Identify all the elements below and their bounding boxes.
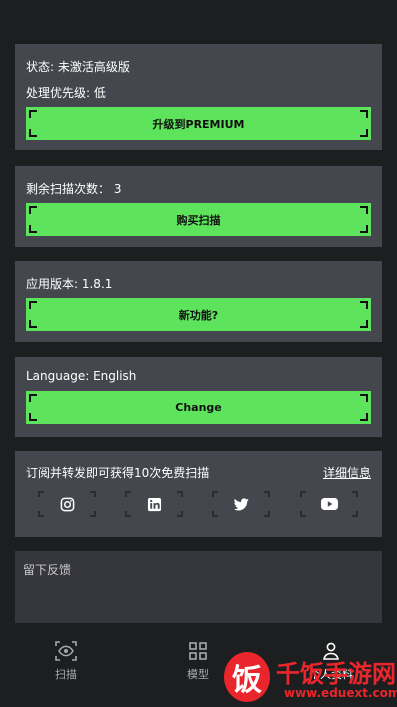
corner-bracket bbox=[90, 491, 96, 497]
corner-bracket bbox=[177, 511, 183, 517]
corner-bracket bbox=[352, 491, 358, 497]
grid-icon bbox=[189, 642, 207, 660]
corner-bracket bbox=[212, 511, 218, 517]
corner-bracket bbox=[90, 511, 96, 517]
version-card: 应用版本: 1.8.1 新功能? bbox=[15, 261, 382, 342]
eye-scan-icon bbox=[55, 641, 77, 661]
status-card: 状态: 未激活高级版 处理优先级: 低 升级到PREMIUM bbox=[15, 44, 382, 150]
corner-bracket bbox=[125, 511, 131, 517]
corner-bracket bbox=[38, 491, 44, 497]
feedback-input[interactable] bbox=[15, 551, 382, 623]
feedback-box bbox=[15, 551, 382, 623]
tab-models-label: 模型 bbox=[187, 668, 209, 681]
corner-bracket bbox=[300, 511, 306, 517]
tab-scan[interactable]: 扫描 bbox=[36, 641, 96, 682]
instagram-button[interactable] bbox=[38, 491, 96, 517]
instagram-icon bbox=[60, 497, 74, 511]
corner-bracket bbox=[38, 511, 44, 517]
buy-scans-button[interactable]: 购买扫描 bbox=[26, 203, 371, 236]
corner-bracket bbox=[300, 491, 306, 497]
corner-bracket bbox=[29, 301, 37, 309]
linkedin-icon bbox=[147, 497, 161, 511]
twitter-button[interactable] bbox=[212, 491, 270, 517]
corner-bracket bbox=[360, 110, 368, 118]
app-version-text: 应用版本: 1.8.1 bbox=[26, 277, 113, 291]
change-language-label: Change bbox=[175, 401, 222, 414]
corner-bracket bbox=[29, 394, 37, 402]
corner-bracket bbox=[352, 511, 358, 517]
corner-bracket bbox=[29, 206, 37, 214]
corner-bracket bbox=[29, 110, 37, 118]
watermark-logo: 饭 bbox=[224, 652, 270, 702]
corner-bracket bbox=[360, 320, 368, 328]
whats-new-button[interactable]: 新功能? bbox=[26, 298, 371, 331]
corner-bracket bbox=[29, 320, 37, 328]
activation-status-text: 状态: 未激活高级版 bbox=[26, 60, 130, 74]
corner-bracket bbox=[29, 129, 37, 137]
youtube-icon bbox=[320, 498, 338, 510]
corner-bracket bbox=[29, 225, 37, 233]
corner-bracket bbox=[360, 394, 368, 402]
corner-bracket bbox=[212, 491, 218, 497]
details-link[interactable]: 详细信息 bbox=[323, 464, 371, 481]
youtube-button[interactable] bbox=[300, 491, 358, 517]
twitter-icon bbox=[233, 497, 249, 510]
corner-bracket bbox=[360, 301, 368, 309]
remaining-scans-text: 剩余扫描次数： 3 bbox=[26, 182, 122, 196]
change-language-button[interactable]: Change bbox=[26, 391, 371, 424]
scans-card: 剩余扫描次数： 3 购买扫描 bbox=[15, 166, 382, 247]
corner-bracket bbox=[264, 511, 270, 517]
upgrade-premium-label: 升级到PREMIUM bbox=[152, 117, 245, 131]
watermark-logo-char: 饭 bbox=[232, 663, 262, 698]
subscribe-card: 订阅并转发即可获得10次免费扫描 详细信息 bbox=[15, 451, 382, 537]
watermark-url: www.eduext.com bbox=[284, 686, 397, 700]
tab-models[interactable]: 模型 bbox=[168, 641, 228, 682]
corner-bracket bbox=[177, 491, 183, 497]
corner-bracket bbox=[360, 129, 368, 137]
corner-bracket bbox=[360, 413, 368, 421]
tab-scan-label: 扫描 bbox=[55, 668, 77, 681]
watermark-title: 千饭手游网 bbox=[276, 660, 396, 688]
whats-new-label: 新功能? bbox=[178, 308, 219, 322]
buy-scans-label: 购买扫描 bbox=[176, 213, 221, 227]
subscribe-promo-text: 订阅并转发即可获得10次免费扫描 bbox=[26, 466, 210, 480]
language-card: Language: English Change bbox=[15, 357, 382, 437]
linkedin-button[interactable] bbox=[125, 491, 183, 517]
corner-bracket bbox=[125, 491, 131, 497]
language-text: Language: English bbox=[26, 369, 137, 383]
corner-bracket bbox=[360, 225, 368, 233]
priority-text: 处理优先级: 低 bbox=[26, 86, 106, 100]
corner-bracket bbox=[264, 491, 270, 497]
site-watermark: 饭 千饭手游网 www.eduext.com bbox=[224, 652, 397, 707]
corner-bracket bbox=[360, 206, 368, 214]
upgrade-premium-button[interactable]: 升级到PREMIUM bbox=[26, 107, 371, 140]
corner-bracket bbox=[29, 413, 37, 421]
